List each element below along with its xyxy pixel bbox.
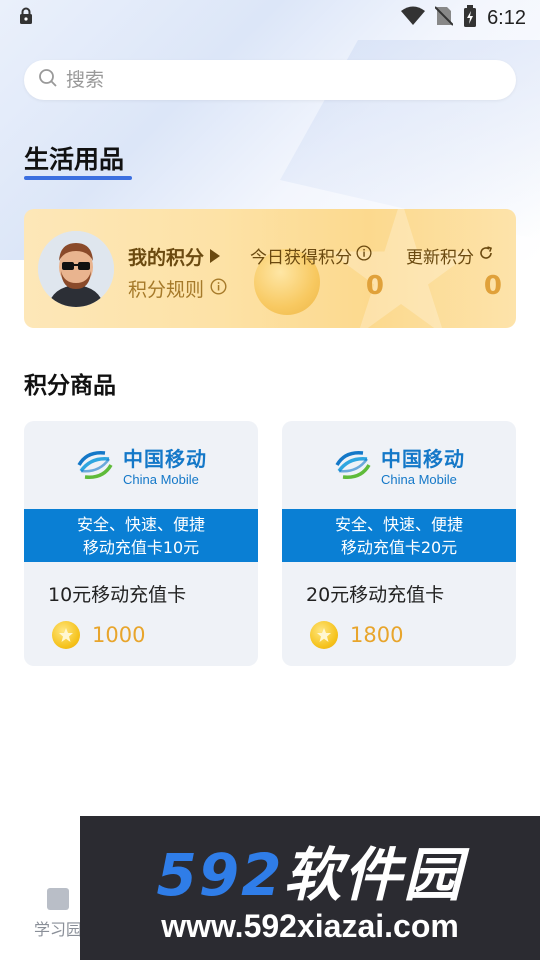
logo-text-cn: 中国移动 (381, 447, 465, 471)
points-rules-link[interactable]: 积分规则 (128, 275, 227, 302)
today-points-label: 今日获得积分 (250, 248, 352, 268)
points-card: 我的积分 积分规则 今日获得积分 更新积分 0 0 (24, 209, 516, 328)
banner-line2: 移动充值卡20元 (340, 537, 458, 557)
banner-line1: 安全、快速、便捷 (334, 514, 463, 534)
products-section-title: 积分商品 (24, 373, 116, 399)
coin-icon (52, 621, 80, 649)
play-arrow-icon (210, 246, 221, 268)
banner-line2: 移动充值卡10元 (82, 537, 200, 557)
refresh-icon (478, 245, 494, 266)
book-icon (47, 888, 69, 910)
status-bar: 6:12 (0, 0, 540, 36)
info-icon (210, 277, 227, 300)
product-price: 1000 (52, 621, 258, 649)
china-mobile-logo-icon (335, 451, 371, 479)
price-value: 1800 (350, 623, 404, 647)
update-points-value: 0 (483, 271, 502, 301)
product-price: 1800 (310, 621, 516, 649)
lock-icon (18, 7, 34, 29)
update-points-button[interactable]: 更新积分 (406, 243, 494, 268)
star-decoration (329, 209, 473, 328)
china-mobile-logo: 中国移动 China Mobile (24, 421, 258, 509)
watermark-brand-cn: 软件园 (283, 841, 464, 909)
tab-study[interactable]: 学习园 (28, 888, 88, 940)
avatar[interactable] (38, 231, 114, 307)
info-icon[interactable] (356, 245, 372, 266)
china-mobile-logo: 中国移动 China Mobile (282, 421, 516, 509)
watermark-url: www.592xiazai.com (161, 908, 459, 944)
status-time: 6:12 (487, 6, 526, 29)
title-underline (24, 176, 132, 180)
product-card[interactable]: 中国移动 China Mobile 安全、快速、便捷 移动充值卡10元 10元移… (24, 421, 258, 666)
product-banner: 安全、快速、便捷 移动充值卡10元 (24, 509, 258, 562)
update-points-label: 更新积分 (406, 248, 474, 268)
search-input[interactable] (66, 69, 466, 91)
points-rules-label: 积分规则 (128, 279, 205, 301)
my-points-label: 我的积分 (128, 247, 205, 269)
page-title: 生活用品 (24, 145, 125, 174)
search-icon (38, 68, 58, 92)
today-points-label-group: 今日获得积分 (250, 243, 372, 268)
today-points-value: 0 (365, 271, 384, 301)
logo-text-en: China Mobile (123, 472, 199, 487)
no-sim-icon (434, 6, 454, 30)
tab-study-label: 学习园 (33, 920, 82, 939)
battery-icon (463, 5, 477, 31)
product-name: 20元移动充值卡 (306, 584, 445, 606)
logo-text-en: China Mobile (381, 472, 457, 487)
my-points-link[interactable]: 我的积分 (128, 243, 221, 270)
watermark-brand: 592软件园 (80, 828, 540, 912)
product-banner: 安全、快速、便捷 移动充值卡20元 (282, 509, 516, 562)
product-card[interactable]: 中国移动 China Mobile 安全、快速、便捷 移动充值卡20元 20元移… (282, 421, 516, 666)
price-value: 1000 (92, 623, 146, 647)
logo-text-cn: 中国移动 (123, 447, 207, 471)
china-mobile-logo-icon (77, 451, 113, 479)
search-bar[interactable] (24, 60, 516, 100)
watermark-banner: 592软件园 www.592xiazai.com (80, 816, 540, 960)
wifi-icon (401, 6, 426, 30)
watermark-number: 592 (156, 841, 284, 909)
coin-icon (310, 621, 338, 649)
banner-line1: 安全、快速、便捷 (76, 514, 205, 534)
product-name: 10元移动充值卡 (48, 584, 187, 606)
